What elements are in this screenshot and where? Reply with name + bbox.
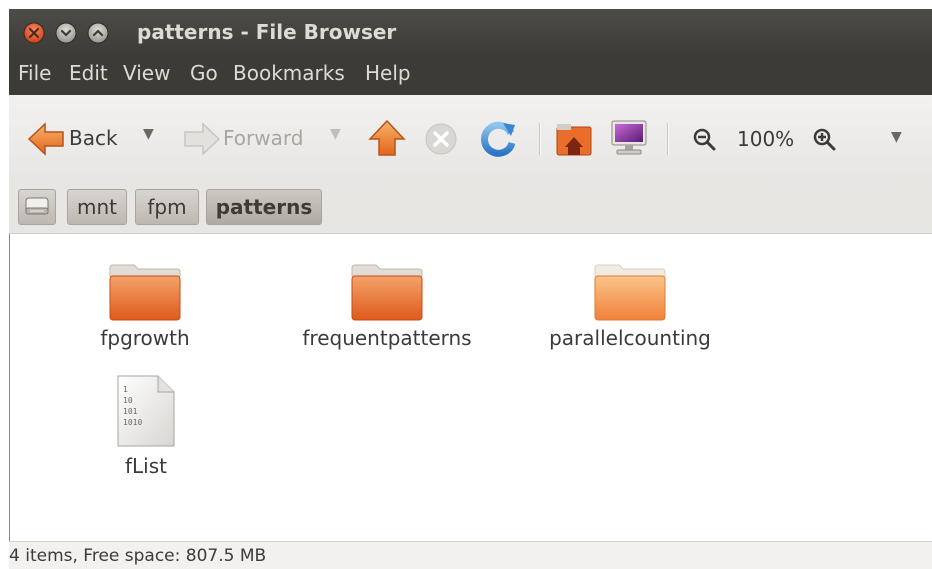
icon-text-line: 10 [123,396,133,405]
toolbar-overflow-dropdown[interactable]: ▼ [891,129,902,145]
back-arrow-icon [27,122,64,156]
window-title: patterns - File Browser [137,20,397,44]
hard-drive-icon [25,197,49,215]
menu-file[interactable]: File [18,61,51,85]
title-bar: patterns - File Browser [9,9,932,55]
toolbar: Back ▼ Forward ▼ 100% ▼ [9,95,932,183]
reload-button[interactable] [479,119,519,159]
up-button[interactable] [367,119,407,159]
maximize-icon [87,22,109,44]
file-name: parallelcounting [549,326,711,350]
menu-view[interactable]: View [123,61,170,85]
file-name: fList [124,454,167,478]
file-item[interactable]: 1 10 101 1010 fList [106,374,186,478]
file-view: fpgrowth frequentpatterns parallelcounti… [9,234,932,541]
file-name: fpgrowth [100,326,190,350]
stop-icon [425,123,457,155]
back-label: Back [69,126,118,150]
home-folder-icon [556,124,592,156]
forward-history-dropdown[interactable]: ▼ [330,126,341,142]
icon-text-line: 101 [123,407,138,416]
breadcrumb-item-patterns[interactable]: patterns [206,189,322,225]
folder-icon [594,264,666,321]
stop-button[interactable] [423,121,459,157]
breadcrumb: mnt fpm patterns [9,183,932,234]
toolbar-separator [539,123,541,155]
menu-bar: File Edit View Go Bookmarks Help [9,55,932,95]
zoom-in-icon [813,128,836,151]
menu-bookmarks[interactable]: Bookmarks [233,61,345,85]
toolbar-separator [667,123,669,155]
breadcrumb-item-fpm[interactable]: fpm [135,189,199,225]
home-button[interactable] [555,119,595,159]
zoom-out-button[interactable] [692,127,716,151]
menu-edit[interactable]: Edit [69,61,108,85]
breadcrumb-drive[interactable] [18,189,56,225]
computer-monitor-icon [611,120,647,155]
file-item[interactable]: frequentpatterns [292,262,482,350]
breadcrumb-item-mnt[interactable]: mnt [67,189,127,225]
close-window-button[interactable] [23,22,45,44]
folder-icon [109,264,181,321]
menu-go[interactable]: Go [190,61,218,85]
minimize-icon [55,22,77,44]
icon-text-line: 1010 [123,418,143,427]
zoom-level[interactable]: 100% [737,127,794,151]
status-bar: 4 items, Free space: 807.5 MB [9,541,932,569]
menu-help[interactable]: Help [365,61,411,85]
file-item[interactable]: parallelcounting [535,262,725,350]
file-item[interactable]: fpgrowth [80,262,210,350]
reload-icon [481,121,516,157]
zoom-out-icon [693,128,716,151]
back-button[interactable]: Back [27,121,127,157]
file-browser-window: patterns - File Browser File Edit View G… [9,9,932,569]
file-name: frequentpatterns [302,326,472,350]
maximize-window-button[interactable] [87,22,109,44]
close-icon [23,22,45,44]
status-text: 4 items, Free space: 807.5 MB [9,546,267,566]
computer-button[interactable] [609,117,649,159]
forward-arrow-icon [184,122,221,156]
icon-text-line: 1 [123,385,128,394]
forward-label: Forward [223,126,304,150]
minimize-window-button[interactable] [55,22,77,44]
zoom-in-button[interactable] [812,127,836,151]
forward-button[interactable]: Forward [181,121,311,157]
folder-icon [351,264,423,321]
back-history-dropdown[interactable]: ▼ [143,126,154,142]
binary-file-icon: 1 10 101 1010 [116,374,176,448]
up-arrow-icon [368,119,406,156]
